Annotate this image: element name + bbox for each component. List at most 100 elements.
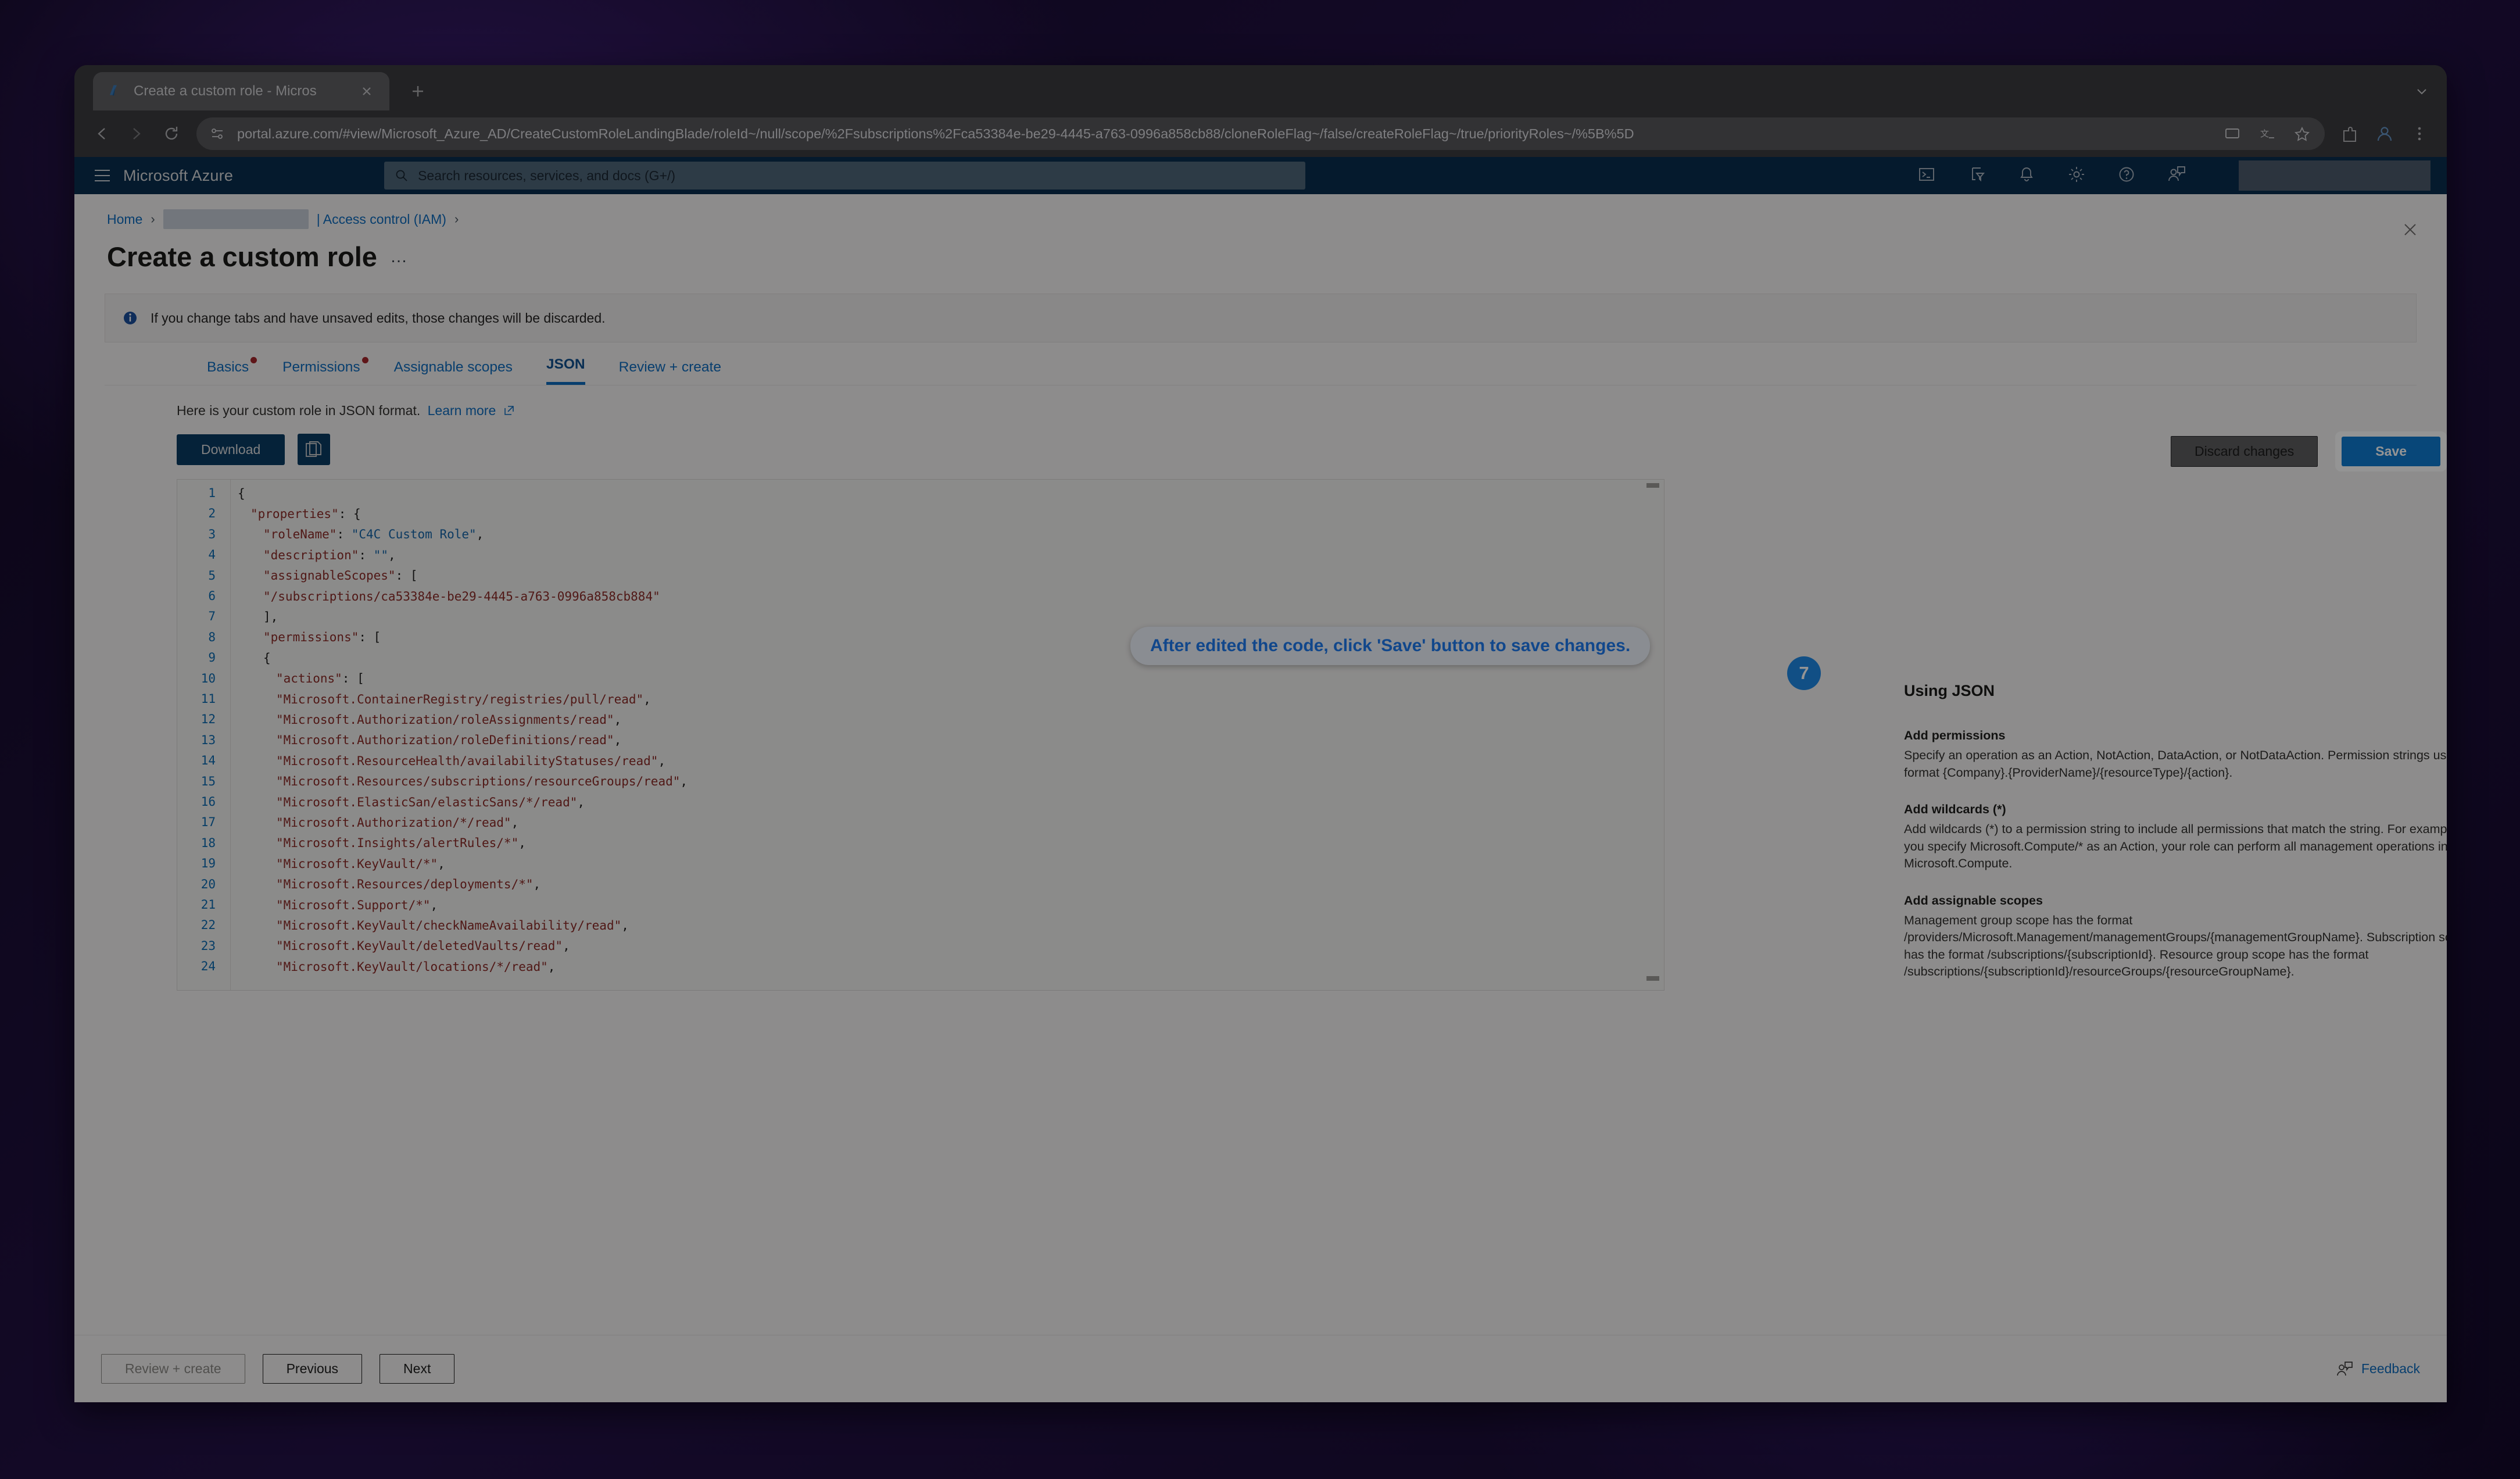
editor-code-line[interactable]: "Microsoft.Resources/subscriptions/resou… — [231, 771, 1664, 791]
previous-button[interactable]: Previous — [262, 1354, 363, 1384]
reload-icon[interactable] — [162, 124, 181, 144]
editor-code-line[interactable]: "Microsoft.KeyVault/locations/*/read", — [231, 956, 1664, 977]
more-actions-button[interactable]: … — [390, 247, 409, 267]
editor-code-line[interactable]: ], — [231, 606, 1664, 627]
review-create-button[interactable]: Review + create — [101, 1354, 245, 1384]
code-token: "C4C Custom Role" — [351, 527, 477, 542]
code-token: "Microsoft.ElasticSan/elasticSans/*/read… — [276, 795, 578, 809]
code-token: , — [621, 918, 629, 933]
feedback-icon[interactable] — [2167, 165, 2189, 187]
editor-code-line[interactable]: "/subscriptions/ca53384e-be29-4445-a763-… — [231, 586, 1664, 606]
tab-permissions[interactable]: Permissions — [282, 357, 368, 385]
star-icon[interactable] — [2293, 125, 2311, 142]
breadcrumb-access-control[interactable]: | Access control (IAM) — [317, 212, 446, 227]
search-icon — [395, 169, 409, 183]
browser-tab[interactable]: Create a custom role - Micros — [93, 72, 389, 110]
tab-assignable-scopes[interactable]: Assignable scopes — [394, 359, 513, 385]
editor-code-line[interactable]: "Microsoft.ResourceHealth/availabilitySt… — [231, 751, 1664, 771]
discard-changes-button[interactable]: Discard changes — [2170, 436, 2318, 467]
editor-code-line[interactable]: "actions": [ — [231, 669, 1664, 689]
editor-code-line[interactable]: "Microsoft.ContainerRegistry/registries/… — [231, 689, 1664, 709]
editor-code-line[interactable]: "Microsoft.ElasticSan/elasticSans/*/read… — [231, 792, 1664, 812]
three-dot-menu-icon[interactable] — [2410, 124, 2429, 144]
editor-code-line[interactable]: "Microsoft.Resources/deployments/*", — [231, 874, 1664, 894]
external-link-icon — [503, 405, 515, 416]
editor-code-area[interactable]: {"properties": {"roleName": "C4C Custom … — [231, 480, 1664, 990]
settings-gear-icon[interactable] — [2067, 165, 2089, 187]
help-panel-title: Using JSON — [1904, 682, 1995, 699]
editor-code-line[interactable]: "Microsoft.KeyVault/deletedVaults/read", — [231, 936, 1664, 956]
azure-brand[interactable]: Microsoft Azure — [123, 167, 233, 185]
translate-icon[interactable]: 文 — [2258, 125, 2276, 142]
save-button[interactable]: Save — [2342, 437, 2440, 466]
editor-code-line[interactable]: "properties": { — [231, 503, 1664, 524]
editor-code-line[interactable]: "roleName": "C4C Custom Role", — [231, 524, 1664, 545]
code-token: , — [430, 898, 438, 912]
instruction-callout-text: After edited the code, click 'Save' butt… — [1150, 636, 1631, 655]
azure-header-actions — [1917, 160, 2436, 191]
editor-line-number: 18 — [201, 835, 216, 850]
editor-line-number: 7 — [208, 609, 216, 624]
extensions-icon[interactable] — [2340, 124, 2360, 144]
editor-code-line[interactable]: "Microsoft.KeyVault/*", — [231, 853, 1664, 874]
account-menu[interactable] — [2239, 160, 2430, 191]
code-token: "Microsoft.KeyVault/locations/*/read" — [276, 959, 548, 974]
editor-code-line[interactable]: "Microsoft.Support/*", — [231, 895, 1664, 915]
editor-code-line[interactable]: "Microsoft.Authorization/*/read", — [231, 812, 1664, 833]
directories-subscriptions-icon[interactable] — [1967, 165, 1989, 187]
breadcrumb-redacted-resource[interactable] — [163, 209, 309, 229]
using-json-help-panel: Using JSON Add permissions Specify an ope… — [1904, 680, 2447, 1001]
learn-more-link[interactable]: Learn more — [428, 403, 496, 418]
tab-basics[interactable]: Basics — [207, 357, 257, 385]
editor-line-number: 11 — [201, 692, 216, 706]
tab-json-label: JSON — [546, 356, 585, 372]
info-banner-text: If you change tabs and have unsaved edit… — [151, 310, 606, 326]
editor-line-number: 1 — [208, 486, 216, 500]
back-arrow-icon[interactable] — [92, 124, 112, 144]
notifications-bell-icon[interactable] — [2017, 165, 2039, 187]
cast-icon[interactable] — [2224, 125, 2241, 142]
editor-scroll-indicator-top[interactable] — [1646, 483, 1659, 488]
close-icon[interactable] — [358, 83, 375, 100]
editor-code-line[interactable]: "description": "", — [231, 545, 1664, 565]
editor-scroll-indicator-bottom[interactable] — [1646, 976, 1659, 981]
close-icon[interactable] — [2400, 220, 2420, 240]
site-settings-icon[interactable] — [210, 126, 225, 141]
editor-code-line[interactable]: "assignableScopes": [ — [231, 566, 1664, 586]
breadcrumb-home[interactable]: Home — [107, 212, 142, 227]
code-token: "Microsoft.ContainerRegistry/registries/… — [276, 692, 644, 706]
hamburger-menu-icon[interactable] — [94, 169, 110, 182]
tab-review-create[interactable]: Review + create — [619, 359, 721, 385]
breadcrumb-separator: › — [151, 212, 155, 226]
page-title-row: Create a custom role … — [74, 229, 2447, 273]
page-title: Create a custom role — [107, 241, 377, 272]
new-tab-button[interactable] — [407, 80, 429, 102]
cloud-shell-icon[interactable] — [1917, 165, 1939, 187]
editor-line-number: 14 — [201, 753, 216, 768]
address-bar[interactable]: portal.azure.com/#view/Microsoft_Azure_A… — [196, 117, 2325, 150]
profile-icon[interactable] — [2375, 124, 2394, 144]
required-indicator-icon — [250, 357, 257, 363]
download-button[interactable]: Download — [177, 434, 285, 465]
editor-code-line[interactable]: "Microsoft.KeyVault/checkNameAvailabilit… — [231, 915, 1664, 935]
json-subtitle-text: Here is your custom role in JSON format. — [177, 403, 421, 418]
forward-arrow-icon[interactable] — [127, 124, 146, 144]
tab-permissions-label: Permissions — [282, 359, 360, 375]
search-input[interactable]: Search resources, services, and docs (G+… — [384, 162, 1306, 190]
next-button[interactable]: Next — [380, 1354, 455, 1384]
info-icon — [121, 309, 139, 327]
tab-json[interactable]: JSON — [546, 356, 585, 385]
help-question-icon[interactable] — [2117, 165, 2139, 187]
editor-code-line[interactable]: "Microsoft.Authorization/roleAssignments… — [231, 709, 1664, 730]
code-token: "Microsoft.Resources/subscriptions/resou… — [276, 774, 681, 789]
copy-icon[interactable] — [298, 434, 331, 465]
chevron-down-icon[interactable] — [2412, 81, 2432, 101]
editor-code-line[interactable]: "Microsoft.Authorization/roleDefinitions… — [231, 730, 1664, 751]
tab-assignable-scopes-label: Assignable scopes — [393, 359, 513, 375]
editor-code-line[interactable]: { — [231, 483, 1664, 503]
feedback-link[interactable]: Feedback — [2336, 1360, 2420, 1378]
code-token: : [ — [359, 630, 381, 645]
code-token: "roleName" — [263, 527, 337, 542]
json-code-editor[interactable]: 1 2 3 4 5 6 7 8 9 10 11 12 13 14 15 16 17 18 19 20 21 22 23 24 … — [177, 479, 1665, 991]
editor-code-line[interactable]: "Microsoft.Insights/alertRules/*", — [231, 833, 1664, 853]
